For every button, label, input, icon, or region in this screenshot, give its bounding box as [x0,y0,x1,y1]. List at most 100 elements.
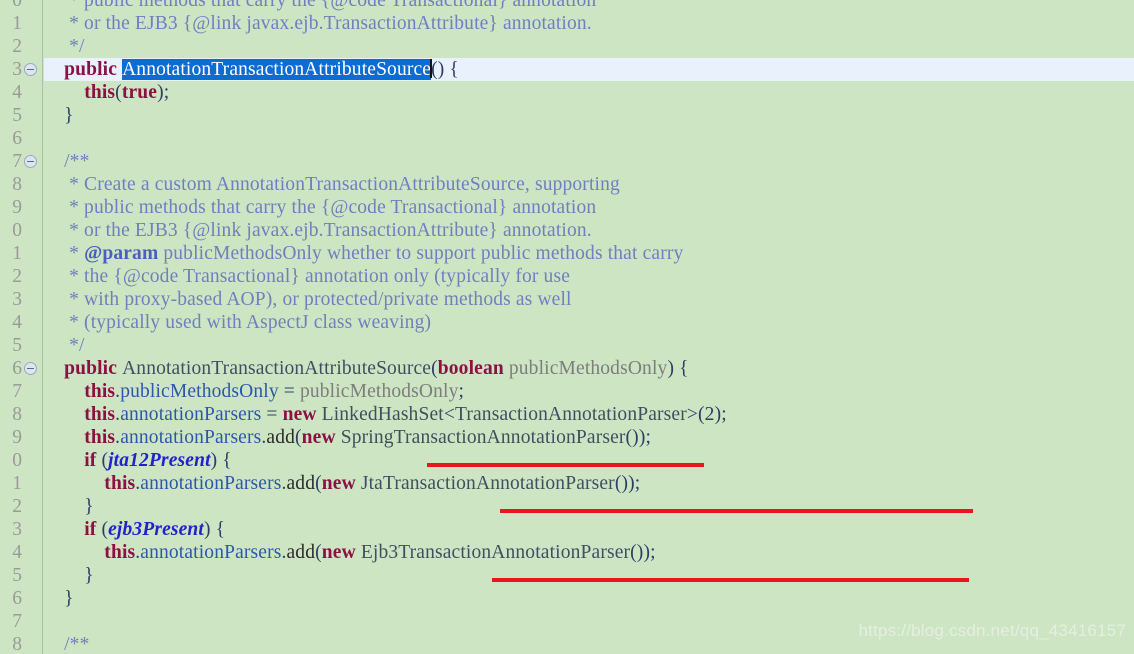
code-token-keyword: new [321,473,356,494]
line-number: 5 [12,335,22,356]
line-number: 5 [12,565,22,586]
code-line[interactable]: if (ejb3Present) { [44,518,1134,541]
code-line[interactable]: * or the EJB3 {@link javax.ejb.Transacti… [44,219,1134,242]
code-token-field: annotationParsers [140,542,282,563]
code-line[interactable]: * @param publicMethodsOnly whether to su… [44,242,1134,265]
code-line[interactable]: * with proxy-based AOP), or protected/pr… [44,288,1134,311]
code-token-comment: /** [44,151,90,172]
line-number: 2 [12,266,22,287]
code-token-punctuation: ()); [625,427,652,448]
code-token-punctuation: ) { [210,450,232,471]
code-token-type: Ejb3TransactionAnnotationParser [355,542,631,563]
code-token-static-field: jta12Present [108,450,211,471]
code-token-comment: */ [44,335,85,356]
code-token-punctuation: ); [157,82,170,103]
code-line[interactable]: /** [44,150,1134,173]
code-line[interactable]: */ [44,35,1134,58]
code-token-method: add [286,473,316,494]
code-token-comment: /** [44,634,90,654]
code-line[interactable]: * the {@code Transactional} annotation o… [44,265,1134,288]
code-line[interactable] [44,127,1134,150]
code-token-method: add [286,542,316,563]
code-token-parameter: publicMethodsOnly [503,358,668,379]
code-token-field: annotationParsers [120,427,262,448]
code-line[interactable]: } [44,495,1134,518]
code-line[interactable]: this.publicMethodsOnly = publicMethodsOn… [44,380,1134,403]
line-number: 2 [12,36,22,57]
code-token-keyword: this [44,427,116,448]
annotation-underline [500,509,973,513]
code-token-punctuation: ( [315,473,322,494]
line-number: 3 [12,59,22,80]
code-fold-toggle-icon[interactable] [24,155,37,168]
code-token-keyword: this [44,404,116,425]
code-token-keyword: true [121,82,158,103]
code-line[interactable]: * or the EJB3 {@link javax.ejb.Transacti… [44,12,1134,35]
code-line-current[interactable]: public AnnotationTransactionAttributeSou… [44,58,1134,81]
line-number: 6 [12,588,22,609]
code-token-keyword: new [301,427,336,448]
code-token-keyword: this [44,82,116,103]
code-editor[interactable]: 0 1 2 3 4 5 6 7 8 9 0 1 2 3 4 5 6 7 8 9 … [0,0,1134,654]
annotation-underline [427,463,704,467]
code-fold-toggle-icon[interactable] [24,63,37,76]
code-token-type: SpringTransactionAnnotationParser [335,427,626,448]
code-line[interactable]: this.annotationParsers.add(new Ejb3Trans… [44,541,1134,564]
code-token-keyword: this [44,542,136,563]
code-token-punctuation: } [44,565,94,586]
code-fold-toggle-icon[interactable] [24,362,37,375]
code-line[interactable]: public AnnotationTransactionAttributeSou… [44,357,1134,380]
selected-identifier[interactable]: AnnotationTransactionAttributeSource [122,59,432,80]
code-token-punctuation: } [44,496,94,517]
code-token-field: annotationParsers [120,404,262,425]
code-line[interactable]: * (typically used with AspectJ class wea… [44,311,1134,334]
line-number-gutter[interactable]: 0 1 2 3 4 5 6 7 8 9 0 1 2 3 4 5 6 7 8 9 … [0,0,43,654]
code-token-comment: */ [44,36,85,57]
code-token-punctuation: ); [714,404,727,425]
code-token-punctuation: ) { [203,519,226,540]
code-line[interactable]: * public methods that carry the {@code T… [44,196,1134,219]
code-line[interactable]: } [44,104,1134,127]
code-token-punctuation: ; [458,381,465,402]
code-token-type: TransactionAnnotationParser [454,404,687,425]
code-token-punctuation: ) { [667,358,689,379]
code-token-keyword: boolean [437,358,504,379]
code-token-punctuation: ( [315,542,322,563]
code-token-punctuation: } [44,588,74,609]
code-line[interactable]: */ [44,334,1134,357]
code-token-punctuation: = [278,381,300,402]
code-line[interactable]: } [44,564,1134,587]
code-token-punctuation: ( [115,82,122,103]
code-surface[interactable]: * public methods that carry the {@code T… [44,0,1134,654]
code-token-keyword: public [44,358,123,379]
line-number: 6 [12,358,22,379]
code-line[interactable]: * public methods that carry the {@code T… [44,0,1134,12]
line-number: 9 [12,197,22,218]
code-token-punctuation: ()); [614,473,641,494]
code-line[interactable] [44,610,1134,633]
line-number: 4 [12,312,22,333]
code-line[interactable]: this.annotationParsers = new LinkedHashS… [44,403,1134,426]
line-number: 8 [12,404,22,425]
code-token-comment: * Create a custom AnnotationTransactionA… [44,174,620,195]
code-token-comment: * with proxy-based AOP), or protected/pr… [44,289,572,310]
code-line[interactable]: this.annotationParsers.add(new SpringTra… [44,426,1134,449]
code-line[interactable]: /** [44,633,1134,654]
code-token-comment: * or the EJB3 {@link javax.ejb.Transacti… [44,220,592,241]
code-token-punctuation: = [261,404,283,425]
line-number: 2 [12,496,22,517]
code-line[interactable]: this(true); [44,81,1134,104]
code-token-keyword: if [44,519,102,540]
code-token-field: publicMethodsOnly [120,381,279,402]
code-line[interactable]: this.annotationParsers.add(new JtaTransa… [44,472,1134,495]
code-line[interactable]: * Create a custom AnnotationTransactionA… [44,173,1134,196]
code-line[interactable]: if (jta12Present) { [44,449,1134,472]
line-number: 4 [12,542,22,563]
code-token-comment: * public methods that carry the {@code T… [44,197,597,218]
code-token-punctuation: ( [431,358,438,379]
line-number: 3 [12,289,22,310]
code-token-keyword: this [44,381,116,402]
code-line[interactable]: } [44,587,1134,610]
code-token-field: annotationParsers [140,473,282,494]
code-token-type: JtaTransactionAnnotationParser [355,473,615,494]
